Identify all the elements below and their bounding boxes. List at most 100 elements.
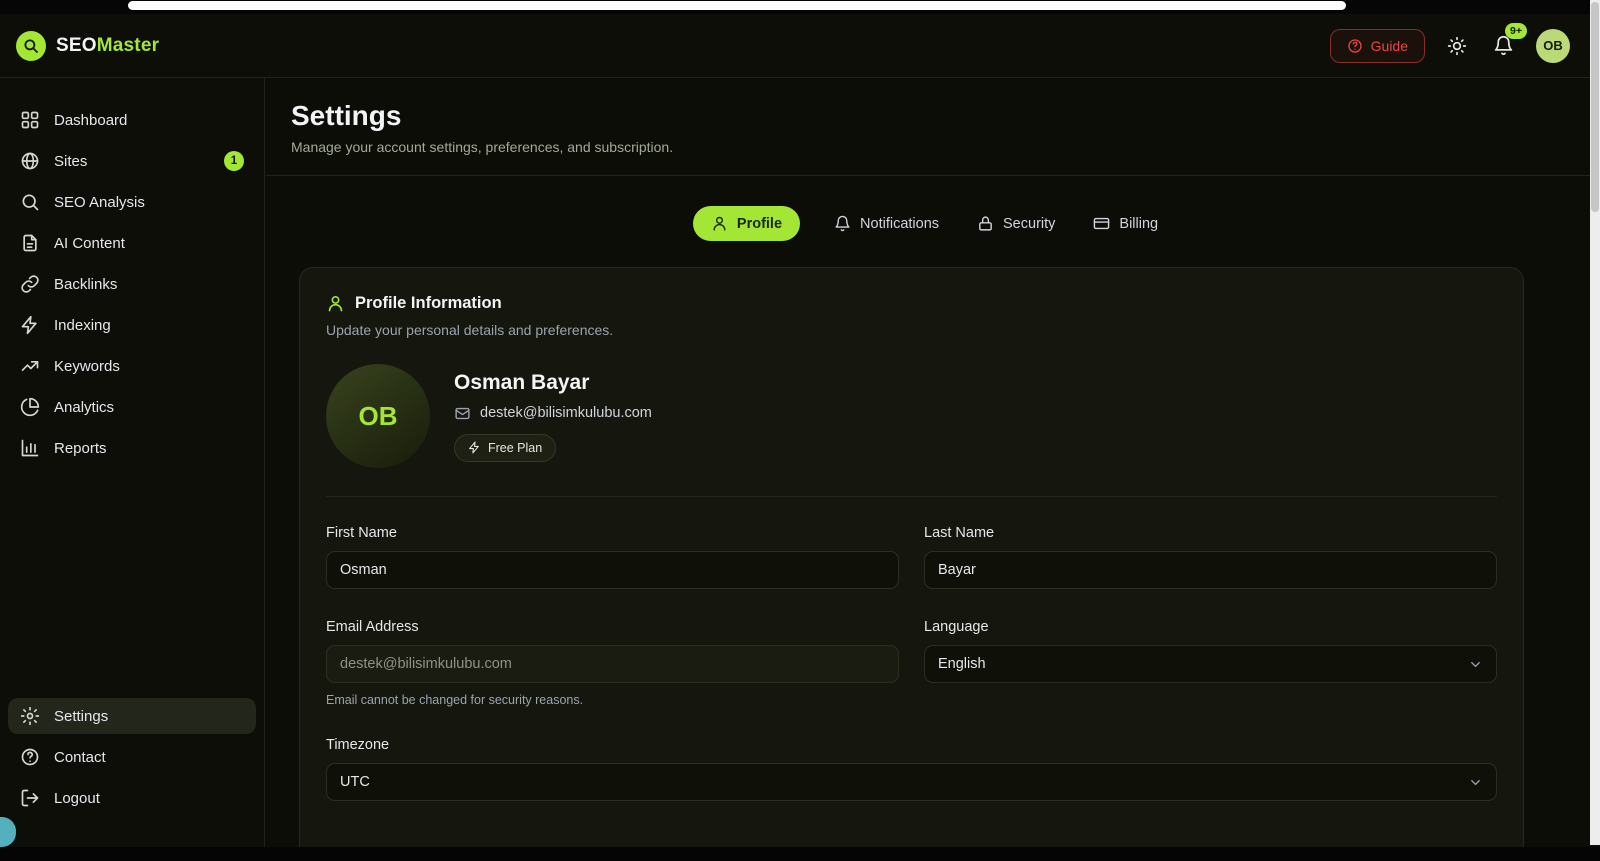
app-body: Dashboard Sites 1 SEO Analysis AI Conten… <box>0 78 1590 861</box>
sidebar-item-keywords[interactable]: Keywords <box>8 348 256 384</box>
scrollbar-thumb[interactable] <box>1591 2 1599 212</box>
timezone-group: Timezone UTC <box>326 737 1497 801</box>
browser-top-strip <box>0 0 1600 14</box>
email-label: Email Address <box>326 619 419 635</box>
profile-form: First Name Last Name Email Address Email… <box>326 525 1497 801</box>
brand-name: SEOMaster <box>56 35 159 57</box>
globe-icon <box>21 152 39 170</box>
last-name-label: Last Name <box>924 525 995 541</box>
guide-button[interactable]: Guide <box>1329 28 1425 63</box>
user-icon <box>328 295 343 312</box>
bottom-strip <box>0 847 1600 861</box>
theme-toggle-button[interactable] <box>1443 32 1471 60</box>
profile-email-row: destek@bilisimkulubu.com <box>454 405 652 422</box>
language-value: English <box>938 656 986 672</box>
search-icon <box>22 194 39 211</box>
profile-card: Profile Information Update your personal… <box>299 267 1524 861</box>
sidebar-item-dashboard[interactable]: Dashboard <box>8 102 256 138</box>
tab-security[interactable]: Security <box>973 206 1059 241</box>
pie-chart-icon <box>20 397 40 417</box>
email-helper-text: Email cannot be changed for security rea… <box>326 693 584 707</box>
profile-avatar: OB <box>326 364 430 468</box>
sidebar-item-contact[interactable]: Contact <box>8 739 256 775</box>
sidebar-footer: Settings Contact Logout <box>8 698 256 821</box>
trending-up-icon <box>21 361 39 371</box>
language-label: Language <box>924 619 989 635</box>
sidebar-item-seo-analysis[interactable]: SEO Analysis <box>8 184 256 220</box>
sidebar-item-sites[interactable]: Sites 1 <box>8 143 256 179</box>
user-icon <box>713 216 726 231</box>
sidebar-label: AI Content <box>54 234 125 252</box>
brand-logo <box>16 30 46 61</box>
sidebar-item-settings[interactable]: Settings <box>8 698 256 734</box>
sidebar: Dashboard Sites 1 SEO Analysis AI Conten… <box>0 78 265 861</box>
page-title: Settings <box>291 100 402 131</box>
timezone-select[interactable]: UTC <box>326 763 1497 801</box>
language-group: Language English <box>924 619 1497 707</box>
sites-count-badge: 1 <box>224 151 244 171</box>
sun-icon <box>1447 36 1467 55</box>
brand: SEOMaster <box>16 30 159 61</box>
logout-icon <box>21 789 39 807</box>
sidebar-label: Reports <box>54 439 107 457</box>
language-select[interactable]: English <box>924 645 1497 683</box>
tab-profile[interactable]: Profile <box>692 206 801 241</box>
lightning-icon <box>21 315 37 335</box>
settings-tabs: Profile Notifications Security Billing <box>265 206 1590 241</box>
lightning-icon <box>469 441 479 454</box>
scrollbar[interactable] <box>1590 0 1600 845</box>
plan-badge: Free Plan <box>454 433 557 462</box>
tab-billing[interactable]: Billing <box>1089 206 1162 241</box>
header-actions: Guide 9+ OB <box>1329 23 1570 63</box>
tab-label: Billing <box>1119 215 1159 232</box>
help-circle-icon <box>21 748 39 766</box>
tab-label: Security <box>1003 215 1056 232</box>
notification-badge: 9+ <box>1505 23 1527 39</box>
browser-artifact <box>128 1 1346 10</box>
help-circle-icon <box>1347 38 1362 53</box>
sidebar-label: SEO Analysis <box>54 193 145 211</box>
notifications-button[interactable]: 9+ <box>1489 23 1527 60</box>
last-name-field[interactable] <box>924 551 1497 589</box>
sidebar-item-reports[interactable]: Reports <box>8 430 256 466</box>
sidebar-label: Logout <box>54 789 100 807</box>
first-name-field[interactable] <box>326 551 899 589</box>
email-field <box>326 645 899 683</box>
bar-chart-icon <box>21 439 39 457</box>
credit-card-icon <box>1094 217 1110 230</box>
card-subtitle: Update your personal details and prefere… <box>326 322 614 338</box>
sidebar-item-indexing[interactable]: Indexing <box>8 307 256 343</box>
bell-icon <box>835 215 850 232</box>
app-screen: SEOMaster Guide 9+ OB Dashboard Sites 1 … <box>0 0 1600 861</box>
sidebar-label: Dashboard <box>54 111 128 129</box>
chevron-down-icon <box>1471 779 1480 785</box>
app-shell: SEOMaster Guide 9+ OB Dashboard Sites 1 … <box>0 14 1590 861</box>
profile-name: Osman Bayar <box>454 370 590 394</box>
first-name-group: First Name <box>326 525 899 589</box>
sidebar-label: Analytics <box>54 398 115 416</box>
page-header: Settings Manage your account settings, p… <box>265 78 1590 176</box>
tab-notifications[interactable]: Notifications <box>830 206 943 241</box>
main-content: Settings Manage your account settings, p… <box>265 78 1590 861</box>
sidebar-item-logout[interactable]: Logout <box>8 780 256 816</box>
card-title-row: Profile Information <box>326 294 1497 313</box>
divider <box>326 496 1497 497</box>
sidebar-item-analytics[interactable]: Analytics <box>8 389 256 425</box>
user-avatar[interactable]: OB <box>1536 28 1570 63</box>
document-icon <box>23 234 37 252</box>
sidebar-label: Sites <box>54 152 88 170</box>
last-name-group: Last Name <box>924 525 1497 589</box>
page-subtitle: Manage your account settings, preference… <box>291 139 674 155</box>
brand-name-primary: SEO <box>56 34 97 56</box>
brand-name-secondary: Master <box>96 34 160 56</box>
profile-identity: Osman Bayar destek@bilisimkulubu.com Fre… <box>454 371 652 462</box>
profile-summary: OB Osman Bayar destek@bilisimkulubu.com … <box>326 364 1497 468</box>
plan-label: Free Plan <box>488 440 543 455</box>
logo-search-icon <box>24 38 38 53</box>
sidebar-item-backlinks[interactable]: Backlinks <box>8 266 256 302</box>
chevron-down-icon <box>1471 661 1480 667</box>
sidebar-item-ai-content[interactable]: AI Content <box>8 225 256 261</box>
sidebar-label: Indexing <box>54 316 111 334</box>
top-header: SEOMaster Guide 9+ OB <box>0 14 1590 78</box>
gear-icon <box>20 706 40 726</box>
